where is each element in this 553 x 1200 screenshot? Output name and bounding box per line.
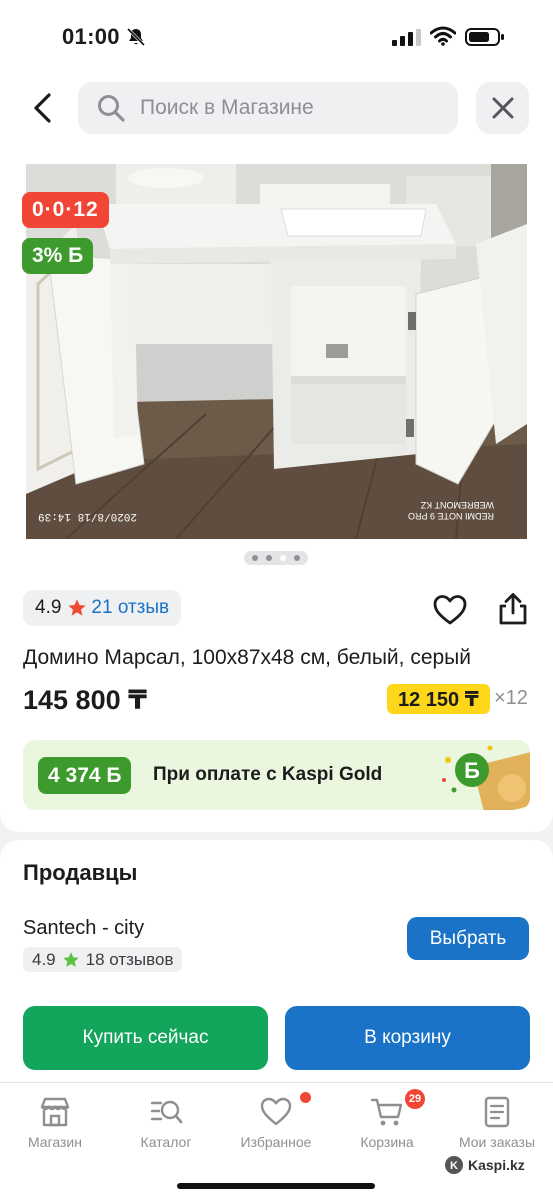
status-time: 01:00 [62,24,120,49]
chevron-left-icon [34,93,51,123]
bell-off-icon [126,27,146,47]
installment-term: ×12 [494,687,528,709]
close-button[interactable] [476,82,529,134]
search-box[interactable] [78,82,458,134]
star-icon [68,599,87,616]
kaspi-logo-icon: K [445,1156,463,1174]
seller-rating-score: 4.9 [32,949,56,969]
search-header [0,72,553,160]
kaspi-gold-card-icon: Б [442,745,530,810]
orders-icon [484,1096,510,1128]
discount-timer-badge: 0·0·12 [22,192,109,228]
select-seller-button[interactable]: Выбрать [407,917,529,960]
rating-pill[interactable]: 4.9 21 отзыв [23,590,182,626]
product-price: 145 800 ₸ [23,685,147,715]
wifi-icon [430,26,456,46]
buy-now-button[interactable]: Купить сейчас [23,1006,268,1070]
catalog-search-icon [150,1100,183,1124]
tab-favorites[interactable]: Избранное [226,1092,326,1150]
tab-label: Избранное [240,1134,312,1150]
battery-icon [465,28,504,46]
cart-icon [370,1098,403,1126]
heart-icon [260,1097,292,1126]
installment-price-badge[interactable]: 12 150 ₸ [387,684,490,714]
kaspi-watermark: K Kaspi.kz [444,1155,525,1175]
favorites-notification-dot [300,1092,311,1103]
svg-text:K: K [450,1160,458,1172]
photo-stamp-right: REDMI NOTE 9 PRO WEBREMONT KZ [408,500,495,521]
tab-label: Корзина [360,1134,414,1150]
rating-score: 4.9 [35,597,62,618]
pager-dot [294,555,300,561]
seller-name[interactable]: Santech - city [23,917,144,940]
seller-rating[interactable]: 4.9 18 отзывов [23,947,183,972]
search-input[interactable] [140,96,430,120]
signal-icon [392,29,421,46]
pager-dot [252,555,258,561]
tab-label: Каталог [140,1134,192,1150]
tab-bar: Магазин Каталог Избранное Корзина 29 Мои… [0,1082,553,1200]
share-icon[interactable] [496,592,530,626]
kaspi-gold-banner[interactable]: 4 374 Б При оплате с Kaspi Gold Б [23,740,530,810]
back-button[interactable] [22,88,62,128]
product-title: Домино Марсал, 100х87х48 см, белый, серы… [23,646,472,669]
seller-reviews: 18 отзывов [85,949,174,969]
product-card: 2020/8/18 14:39 REDMI NOTE 9 PRO WEBREMO… [0,160,553,832]
search-icon [98,95,125,122]
tab-store[interactable]: Магазин [5,1095,105,1150]
gold-banner-text: При оплате с Kaspi Gold [153,764,383,785]
store-icon [40,1097,70,1127]
add-to-cart-button[interactable]: В корзину [285,1006,530,1070]
pager-dot [266,555,272,561]
reviews-link[interactable]: 21 отзыв [91,597,169,619]
watermark-text: Kaspi.kz [468,1157,525,1173]
sellers-card: Продавцы Santech - city 4.9 18 отзывов В… [0,840,553,1085]
bonus-badge: 3% Б [22,238,94,274]
favorite-heart-icon[interactable] [433,594,467,626]
pager-dot-active [280,555,286,561]
gold-bonus-badge: 4 374 Б [38,757,132,794]
tab-label: Мои заказы [458,1134,536,1150]
image-pager[interactable] [244,551,308,565]
star-icon [62,951,79,967]
tab-label: Магазин [27,1134,82,1150]
photo-stamp-left: 2020/8/18 14:39 [38,510,138,522]
home-indicator [177,1183,375,1189]
tab-cart[interactable]: Корзина 29 [337,1089,437,1150]
tab-orders[interactable]: Мои заказы [447,1095,547,1150]
sellers-heading: Продавцы [23,860,138,885]
svg-text:Б: Б [464,758,480,783]
status-bar: 01:00 [0,0,553,72]
tab-catalog[interactable]: Каталог [116,1095,216,1150]
close-icon [492,97,513,119]
cart-count-badge: 29 [405,1089,425,1109]
